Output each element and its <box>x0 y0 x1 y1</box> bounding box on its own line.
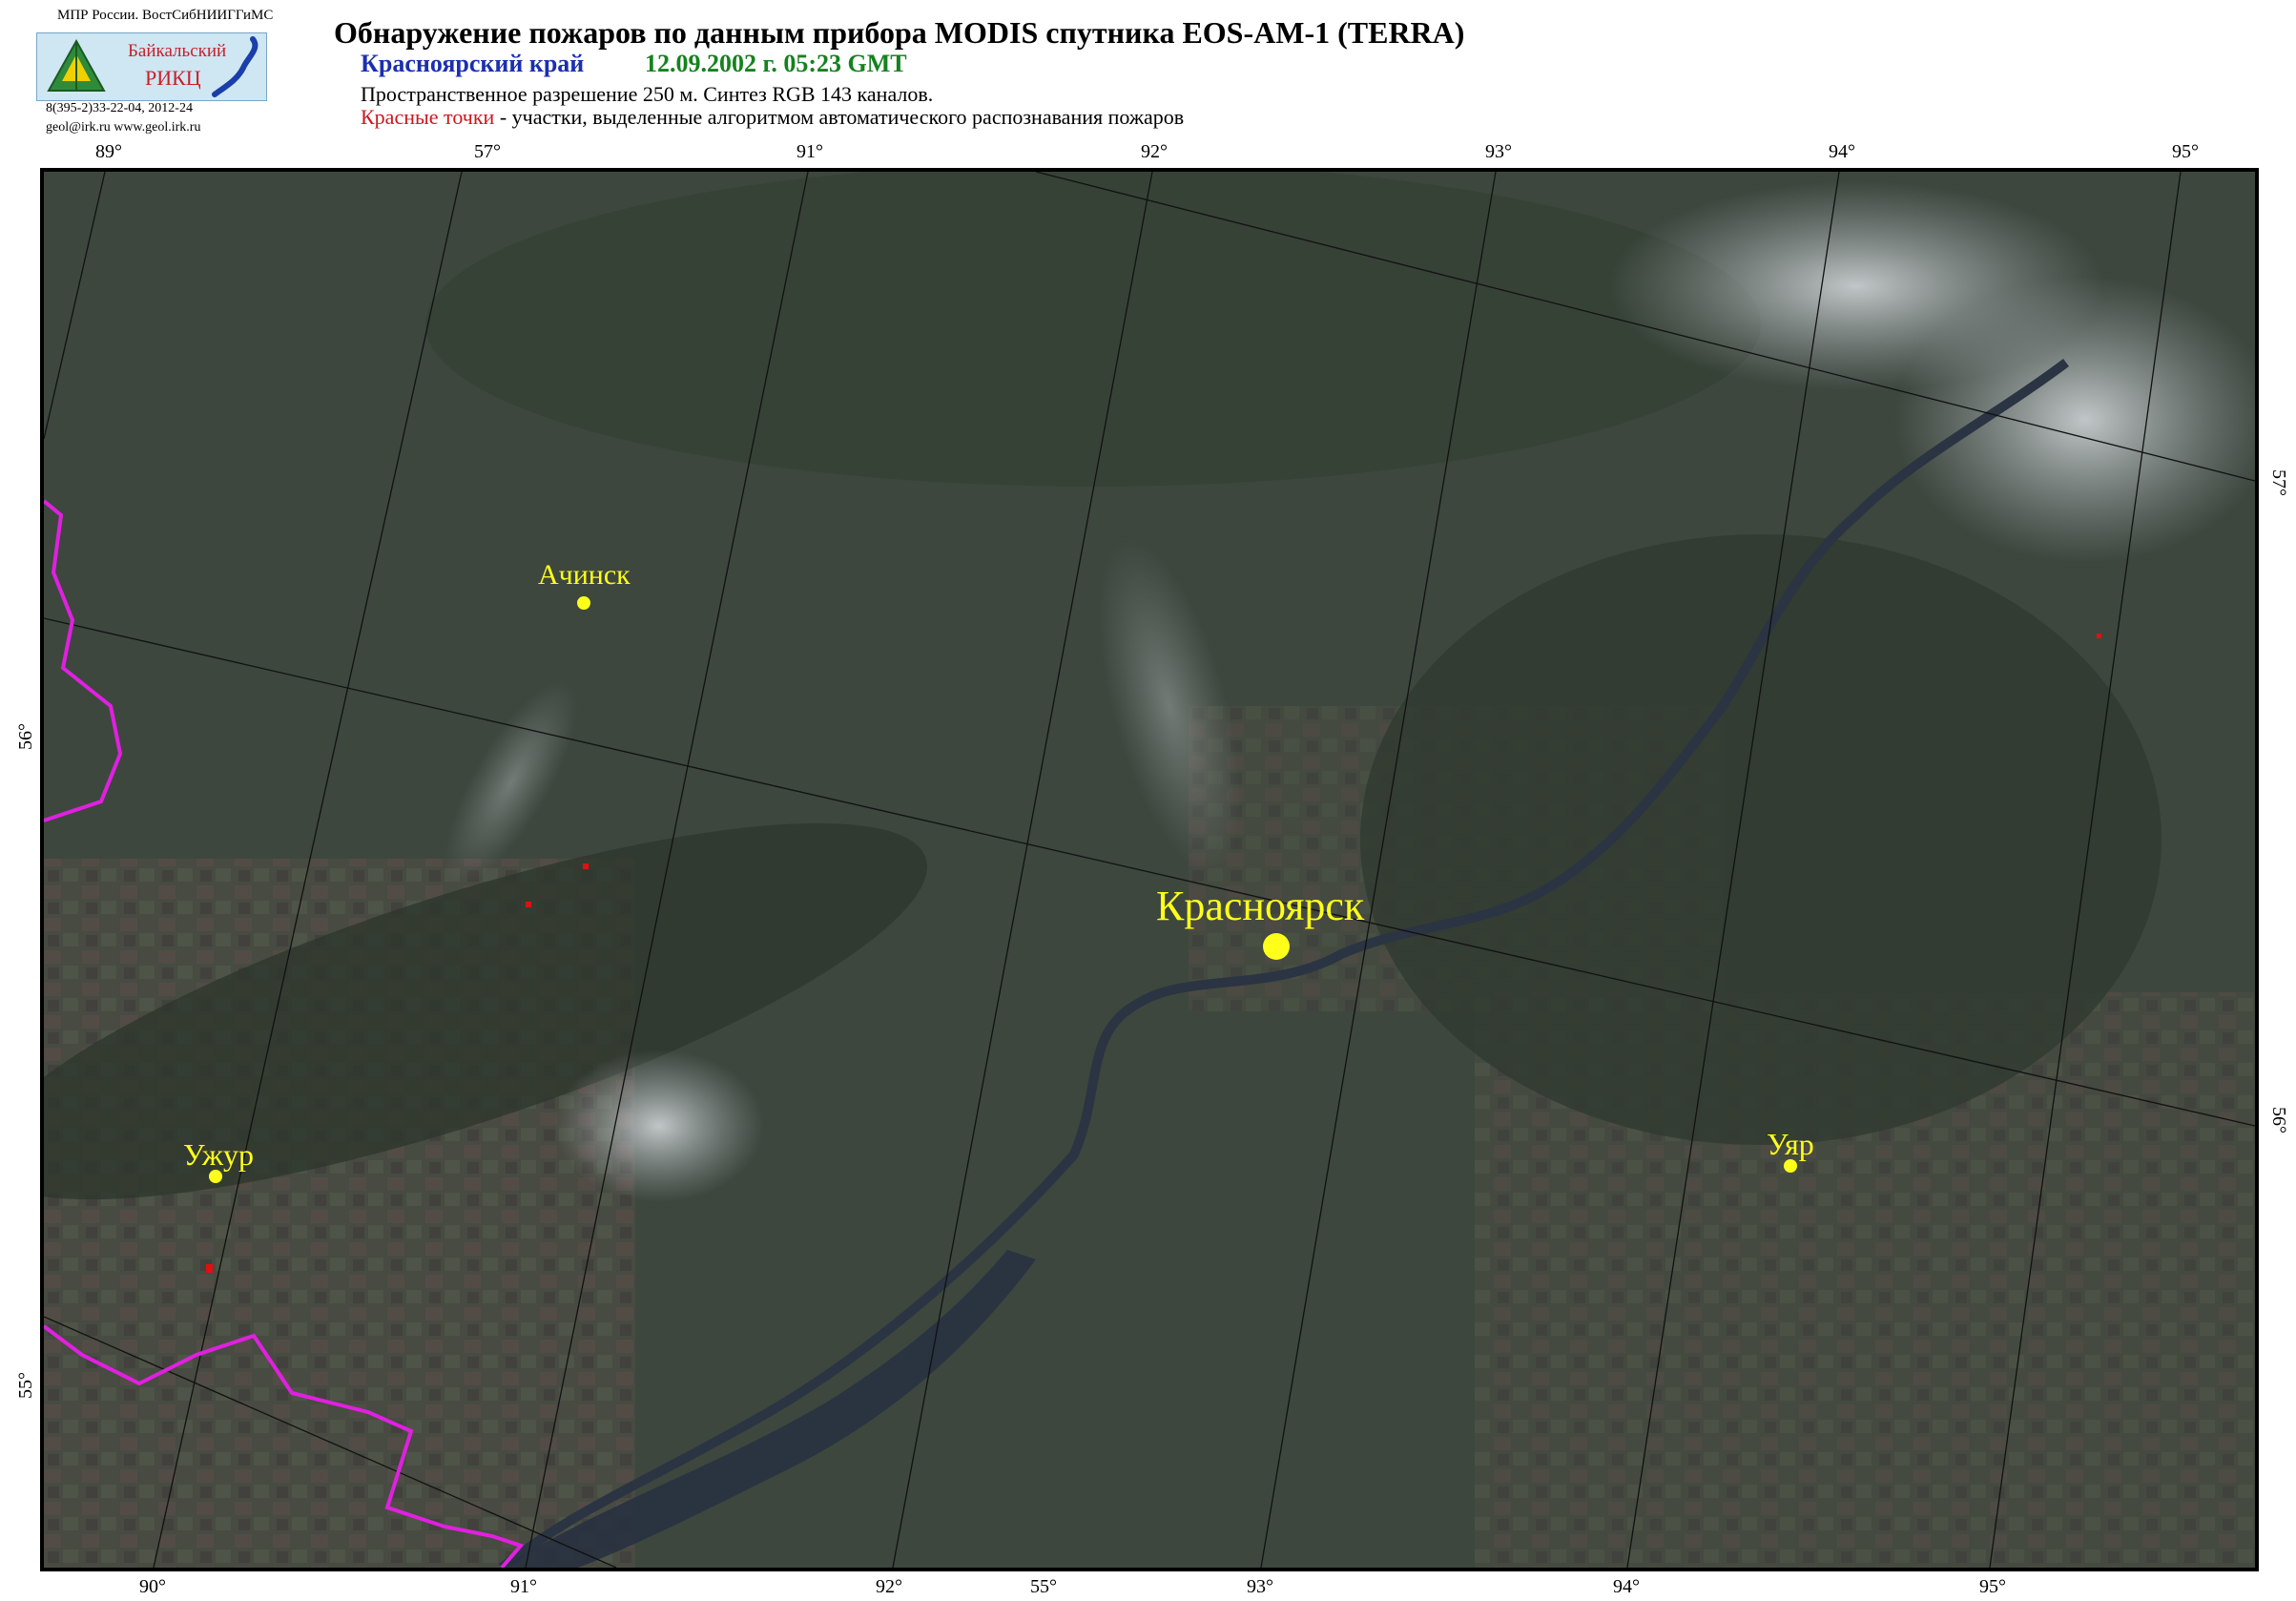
page-title: Обнаружение пожаров по данным прибора MO… <box>334 15 1465 50</box>
agency-name: МПР России. ВостСибНИИГГиМС <box>57 8 274 23</box>
legend-line: Красные точки - участки, выделенные алго… <box>361 105 1184 130</box>
top-tick-label: 93° <box>1485 141 1512 162</box>
top-tick-label: 94° <box>1829 141 1855 162</box>
right-tick-label: 56° <box>2268 1107 2289 1133</box>
fire-point <box>206 1264 213 1273</box>
achinsk-marker[interactable] <box>577 596 590 610</box>
legend-red-points: Красные точки <box>361 105 495 129</box>
forest-north <box>425 172 1761 487</box>
top-tick-label: 57° <box>474 141 501 162</box>
uzhur-label: Ужур <box>183 1137 254 1172</box>
achinsk-label: Ачинск <box>538 559 631 591</box>
left-tick-label: 56° <box>15 723 36 750</box>
legend-description: - участки, выделенные алгоритмом автомат… <box>494 105 1185 129</box>
right-tick-label: 57° <box>2268 469 2289 496</box>
forest-east <box>1360 534 2162 1145</box>
fire-point <box>583 863 589 869</box>
bottom-tick-label: 94° <box>1613 1576 1640 1597</box>
resolution-line: Пространственное разрешение 250 м. Синте… <box>361 82 934 106</box>
contacts-line: geol@irk.ru www.geol.irk.ru <box>46 120 201 135</box>
phone-line: 8(395-2)33-22-04, 2012-24 <box>46 101 193 115</box>
satellite-image: Ачинск Красноярск Ужур Уяр <box>44 172 2255 1568</box>
uyar-marker[interactable] <box>1784 1159 1797 1173</box>
krasnoyarsk-marker[interactable] <box>1263 933 1290 960</box>
bottom-tick-label: 91° <box>510 1576 537 1597</box>
left-tick-label: 55° <box>15 1372 36 1399</box>
region-name: Красноярский край <box>361 50 585 77</box>
bottom-tick-label: 92° <box>876 1576 902 1597</box>
fire-point <box>526 902 531 907</box>
bottom-tick-label: 55° <box>1030 1576 1057 1597</box>
logo: Байкальский РИКЦ <box>36 32 267 101</box>
top-tick-label: 91° <box>796 141 823 162</box>
acquisition-datetime: 12.09.2002 г. 05:23 GMT <box>645 50 907 77</box>
top-tick-label: 92° <box>1141 141 1168 162</box>
uyar-label: Уяр <box>1767 1127 1814 1161</box>
fire-point <box>2097 634 2101 638</box>
bottom-tick-label: 95° <box>1979 1576 2006 1597</box>
uzhur-marker[interactable] <box>209 1170 222 1183</box>
satellite-map[interactable]: Ачинск Красноярск Ужур Уяр <box>40 168 2259 1571</box>
bottom-tick-label: 93° <box>1247 1576 1273 1597</box>
logo-mark-icon <box>43 37 110 96</box>
baikal-lake-icon <box>212 36 259 97</box>
logo-abbreviation: РИКЦ <box>145 66 201 90</box>
bottom-tick-label: 90° <box>139 1576 166 1597</box>
top-tick-label: 89° <box>95 141 122 162</box>
krasnoyarsk-label: Красноярск <box>1156 883 1365 929</box>
top-tick-label: 95° <box>2172 141 2199 162</box>
cloud-central <box>554 1050 764 1202</box>
